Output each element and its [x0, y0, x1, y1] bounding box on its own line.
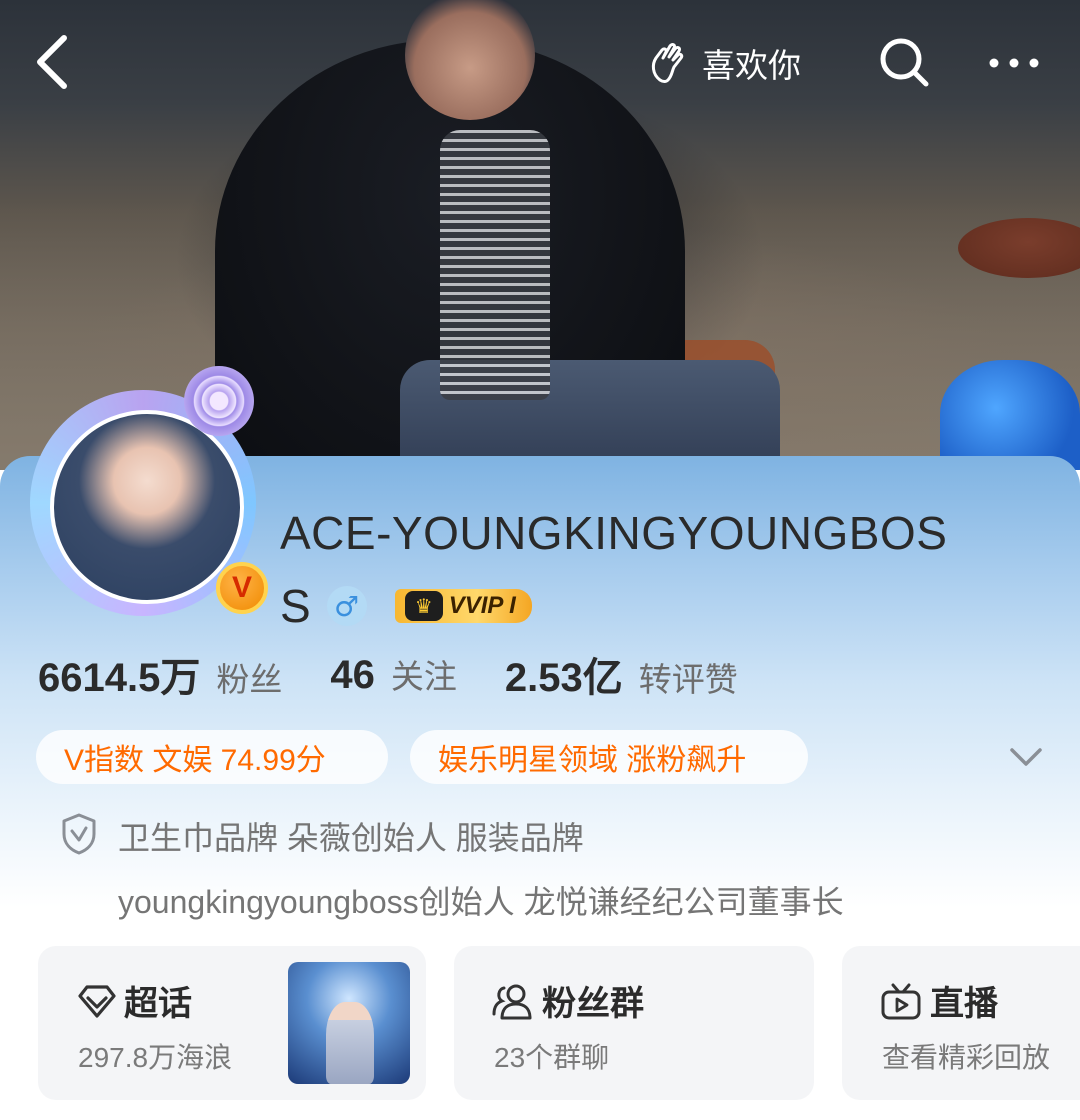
v-index-chip[interactable]: V指数 文娱 74.99分	[36, 730, 388, 784]
fans-group-subtitle: 23个群聊	[494, 1042, 610, 1073]
live-card[interactable]: 直播 查看精彩回放	[842, 946, 1080, 1100]
stat-interactions[interactable]: 2.53亿 转评赞	[505, 645, 738, 703]
more-button[interactable]	[984, 40, 1044, 86]
stat-following-value: 46	[330, 653, 375, 697]
search-button[interactable]	[876, 34, 934, 92]
stat-interactions-value: 2.53亿	[504, 656, 623, 700]
stat-fans-value: 6614.5万	[38, 656, 201, 700]
username-tail: S	[280, 580, 311, 632]
top-bar: 喜欢你	[0, 0, 1080, 120]
search-icon	[880, 38, 929, 87]
back-button[interactable]	[28, 30, 88, 94]
vvip-label: VVIP I	[448, 592, 516, 619]
avatar[interactable]: V	[24, 366, 268, 626]
avatar-image	[50, 410, 244, 604]
back-arrow-icon	[37, 35, 67, 89]
stat-fans-label: 粉丝	[216, 661, 283, 698]
verified-shield-icon	[60, 812, 98, 856]
expand-button[interactable]	[1006, 740, 1046, 774]
avatar-ring-decoration	[184, 366, 254, 436]
username-line2: S ♂ ♛ VVIP I	[280, 576, 532, 636]
tv-icon	[881, 983, 921, 1020]
male-gender-icon: ♂	[326, 586, 367, 626]
poster-figure	[326, 1002, 374, 1084]
username: ACE-YOUNGKINGYOUNGBOS	[280, 507, 948, 559]
stat-following-label: 关注	[390, 658, 457, 695]
verification-info: 卫生巾品牌 朵薇创始人 服装品牌 youngkingyoungboss创始人 龙…	[118, 806, 1018, 934]
stats-row: 6614.5万 粉丝 46 关注 2.53亿 转评赞	[38, 646, 786, 702]
chevron-down-icon	[1010, 748, 1042, 766]
like-you-button[interactable]: 喜欢你	[640, 36, 815, 90]
cover-chain-top	[440, 130, 550, 400]
supertopic-subtitle: 297.8万海浪	[78, 1042, 233, 1073]
domain-chip[interactable]: 娱乐明星领域 涨粉飙升	[410, 730, 808, 784]
cover-robot-decoration	[940, 360, 1080, 470]
fans-group-icon	[492, 984, 532, 1020]
like-you-label: 喜欢你	[702, 47, 801, 84]
stat-following[interactable]: 46 关注	[330, 650, 457, 698]
verified-v-badge: V	[216, 562, 268, 614]
supertopic-poster-image	[288, 962, 410, 1084]
crown-icon: ♛	[404, 591, 443, 621]
supertopic-title: 超话	[124, 985, 192, 1023]
fans-group-title: 粉丝群	[542, 985, 644, 1023]
wave-hand-icon	[651, 43, 684, 83]
supertopic-icon	[78, 985, 116, 1018]
stat-interactions-label: 转评赞	[638, 661, 738, 698]
supertopic-card[interactable]: 超话 297.8万海浪	[38, 946, 426, 1100]
vvip-badge[interactable]: ♛ VVIP I	[394, 589, 532, 623]
verification-line-2: youngkingyoungboss创始人 龙悦谦经纪公司董事长	[118, 884, 844, 920]
live-subtitle: 查看精彩回放	[882, 1042, 1051, 1073]
stat-fans[interactable]: 6614.5万 粉丝	[38, 645, 282, 703]
more-dots-icon	[989, 58, 1039, 68]
verification-line-1: 卫生巾品牌 朵薇创始人 服装品牌	[118, 820, 584, 856]
fans-group-card[interactable]: 粉丝群 23个群聊	[454, 946, 814, 1100]
live-title: 直播	[930, 985, 998, 1023]
